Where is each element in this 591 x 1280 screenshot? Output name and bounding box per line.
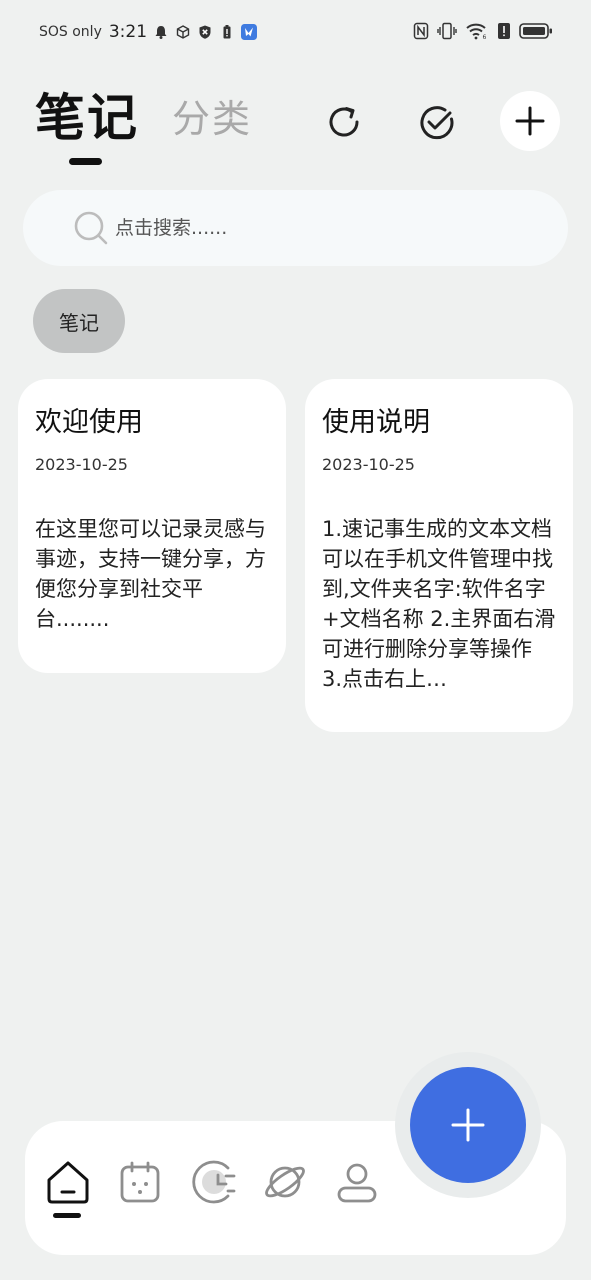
search-input[interactable] — [115, 204, 535, 252]
note-title: 使用说明 — [322, 407, 430, 438]
svg-text:6: 6 — [483, 34, 487, 40]
shield-block-icon — [199, 25, 211, 39]
nav-profile[interactable] — [330, 1155, 384, 1209]
status-bar: SOS only 3:21 6 — [0, 0, 591, 66]
note-date: 2023-10-25 — [35, 455, 128, 474]
home-icon — [47, 1161, 89, 1204]
planet-icon — [265, 1166, 305, 1198]
cube-icon — [176, 25, 190, 39]
tab-categories[interactable]: 分类 — [172, 88, 252, 143]
note-title: 欢迎使用 — [35, 407, 143, 438]
plus-icon — [515, 106, 545, 136]
status-bar-right: 6 — [413, 22, 553, 40]
bell-icon — [155, 26, 167, 39]
notes-screen: SOS only 3:21 6 笔记 分类 点击搜索...... 笔记 欢迎使用… — [0, 0, 591, 1280]
refresh-icon — [329, 107, 359, 137]
note-preview: 1.速记事生成的文本文档可以在手机文件管理中找到,文件夹名字:软件名字+文档名称… — [322, 517, 556, 691]
refresh-button[interactable] — [314, 92, 374, 152]
nav-active-indicator — [53, 1213, 81, 1218]
network-status: SOS only — [39, 24, 102, 40]
plus-icon — [451, 1108, 485, 1142]
note-date: 2023-10-25 — [322, 455, 415, 474]
add-note-button[interactable] — [500, 91, 560, 151]
active-tab-indicator — [69, 158, 102, 165]
select-button[interactable] — [407, 92, 467, 152]
app-notification-icon — [241, 24, 258, 40]
category-chip-notes[interactable]: 笔记 — [33, 289, 125, 353]
alert-icon — [498, 23, 510, 39]
status-bar-left: SOS only 3:21 — [39, 22, 258, 42]
create-note-fab[interactable] — [410, 1067, 526, 1183]
note-preview: 在这里您可以记录灵感与事迹，支持一键分享，方便您分享到社交平台........ — [35, 517, 266, 631]
note-card[interactable]: 欢迎使用 2023-10-25 在这里您可以记录灵感与事迹，支持一键分享，方便您… — [18, 379, 286, 673]
clock-icon — [192, 1160, 236, 1204]
check-circle-icon — [420, 106, 454, 140]
nav-history[interactable] — [187, 1155, 241, 1209]
note-card[interactable]: 使用说明 2023-10-25 1.速记事生成的文本文档可以在手机文件管理中找到… — [305, 379, 573, 732]
nfc-icon — [413, 22, 429, 40]
wifi-icon: 6 — [466, 23, 487, 40]
search-icon — [74, 211, 108, 245]
nav-calendar[interactable] — [113, 1155, 167, 1209]
vibrate-icon — [437, 22, 457, 40]
battery-icon — [519, 23, 552, 39]
clock-time: 3:21 — [108, 22, 148, 42]
tab-notes[interactable]: 笔记 — [35, 78, 139, 150]
search-bar[interactable] — [23, 190, 568, 266]
nav-home[interactable] — [41, 1155, 95, 1209]
battery-alert-icon — [223, 25, 231, 39]
user-icon — [337, 1163, 377, 1203]
nav-discover[interactable] — [258, 1155, 312, 1209]
calendar-icon — [120, 1161, 160, 1203]
